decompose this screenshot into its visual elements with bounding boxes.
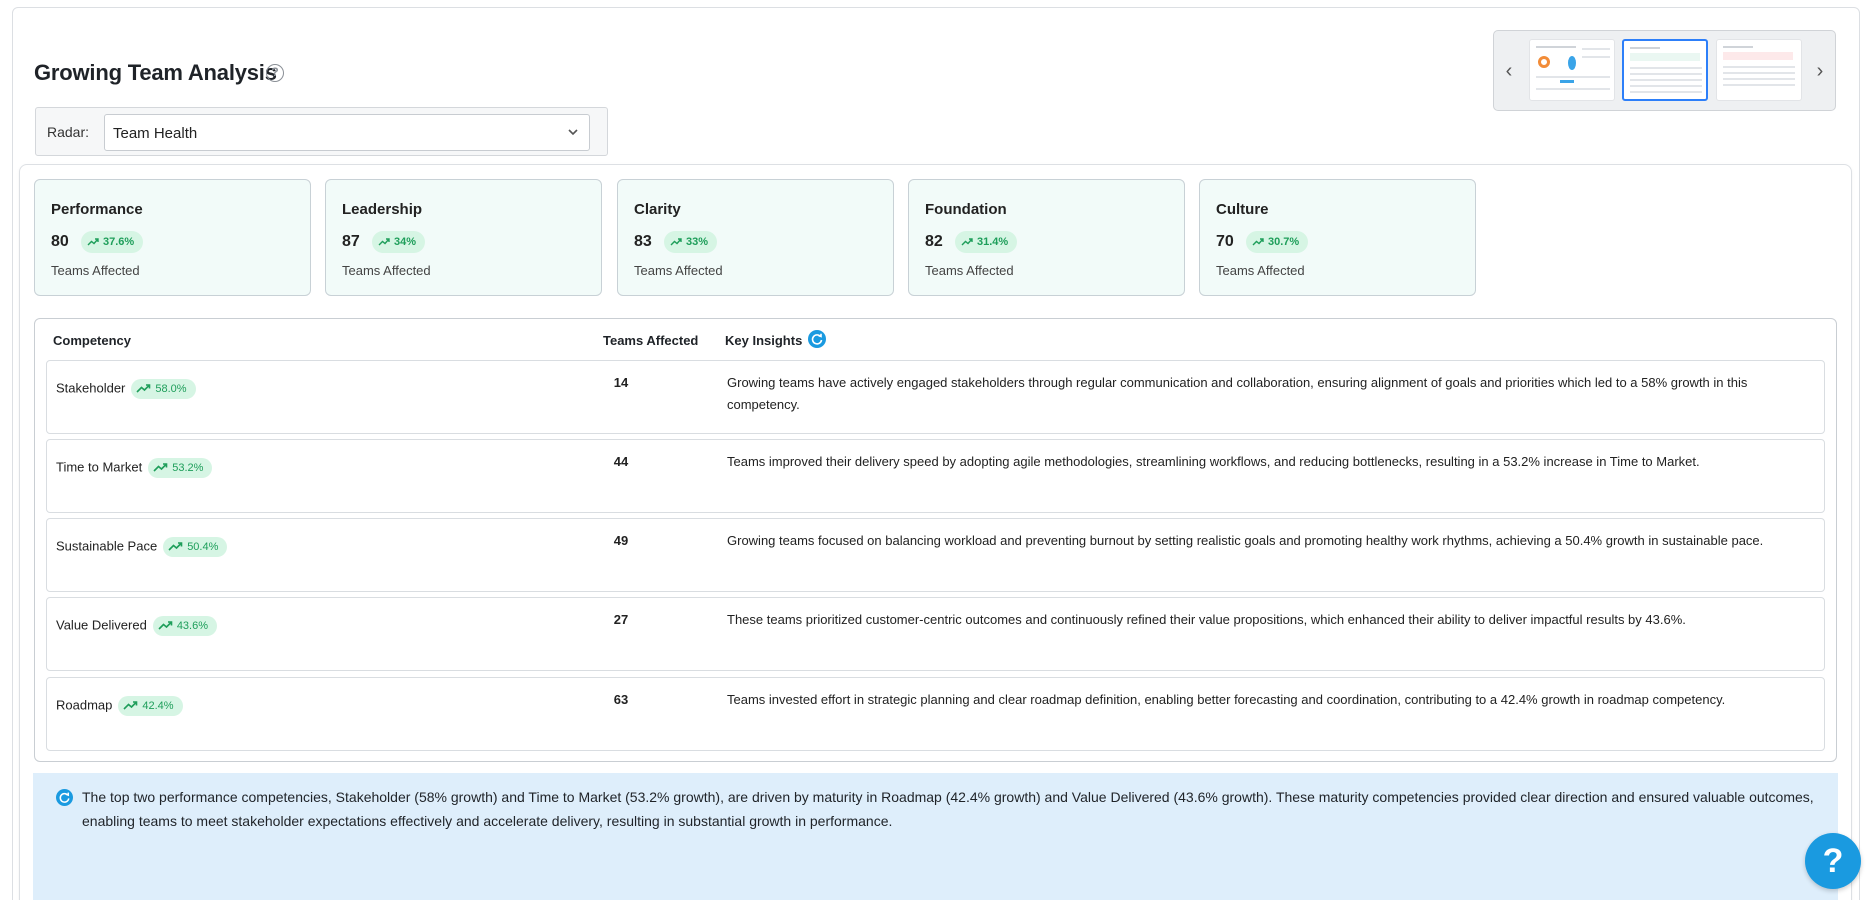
metric-change-badge: 31.4% xyxy=(955,231,1018,253)
table-row: Sustainable Pace 50.4% 49 Growing teams f… xyxy=(46,518,1825,592)
key-insight-text: Growing teams focused on balancing workl… xyxy=(727,533,1764,548)
trending-up-icon xyxy=(123,701,138,710)
table-row: Roadmap 42.4% 63 Teams invested effort in… xyxy=(46,677,1825,751)
trending-up-icon xyxy=(158,621,173,630)
trending-up-icon xyxy=(87,237,99,246)
metric-name: Foundation xyxy=(925,201,1007,218)
competency-name: Value Delivered 43.6% xyxy=(56,616,218,636)
key-insight-text: Growing teams have actively engaged stak… xyxy=(727,375,1748,412)
thumbnail-1[interactable] xyxy=(1529,39,1615,101)
competency-change-badge: 43.6% xyxy=(152,616,218,636)
metric-change-badge: 33% xyxy=(664,231,718,253)
competency-name: Sustainable Pace 50.4% xyxy=(56,537,228,557)
metric-card-culture: Culture 70 30.7% Teams Affected xyxy=(1199,179,1476,296)
metric-card-performance: Performance 80 37.6% Teams Affected xyxy=(34,179,311,296)
metric-subtitle: Teams Affected xyxy=(342,263,431,278)
summary-panel: The top two performance competencies, St… xyxy=(33,773,1838,900)
chevron-right-icon[interactable]: › xyxy=(1813,61,1827,81)
metric-name: Leadership xyxy=(342,201,423,218)
trending-up-icon xyxy=(153,463,168,472)
competency-name: Roadmap 42.4% xyxy=(56,696,183,716)
metric-subtitle: Teams Affected xyxy=(634,263,723,278)
teams-affected-count: 63 xyxy=(613,692,629,707)
competency-name: Stakeholder 58.0% xyxy=(56,379,196,399)
competency-change-badge: 50.4% xyxy=(163,537,228,557)
summary-text: The top two performance competencies, St… xyxy=(82,789,1814,829)
chevron-down-icon xyxy=(568,129,578,136)
teams-affected-count: 27 xyxy=(613,612,629,627)
metric-card-foundation: Foundation 82 31.4% Teams Affected xyxy=(908,179,1185,296)
trending-up-icon xyxy=(961,237,973,246)
metric-subtitle: Teams Affected xyxy=(1216,263,1305,278)
radar-select-value: Team Health xyxy=(113,125,198,142)
metric-card-leadership: Leadership 87 34% Teams Affected xyxy=(325,179,602,296)
key-insight-text: These teams prioritized customer-centric… xyxy=(727,612,1686,627)
metric-name: Culture xyxy=(1216,201,1269,218)
key-insight-text: Teams invested effort in strategic plann… xyxy=(727,692,1726,707)
question-circle-icon[interactable]: ? xyxy=(266,64,284,82)
metric-card-clarity: Clarity 83 33% Teams Affected xyxy=(617,179,894,296)
page-title: Growing Team Analysis xyxy=(34,60,277,85)
teams-affected-count: 49 xyxy=(613,533,629,548)
radar-select[interactable]: Team Health xyxy=(104,114,590,151)
metric-value: 83 xyxy=(634,233,652,250)
refresh-icon[interactable] xyxy=(808,330,826,348)
teams-affected-count: 44 xyxy=(613,454,629,469)
column-header-teams-affected: Teams Affected xyxy=(603,333,699,348)
competency-name: Time to Market 53.2% xyxy=(56,458,213,478)
metric-value: 87 xyxy=(342,233,360,250)
column-header-competency: Competency xyxy=(53,333,132,348)
chevron-left-icon[interactable]: ‹ xyxy=(1502,61,1516,81)
trending-up-icon xyxy=(378,237,390,246)
teams-affected-count: 14 xyxy=(613,375,629,390)
competency-table: Competency Teams Affected Key Insights S… xyxy=(34,318,1837,762)
table-row: Stakeholder 58.0% 14 Growing teams have a… xyxy=(46,360,1825,434)
competency-change-badge: 42.4% xyxy=(118,696,183,716)
radar-label: Radar: xyxy=(47,124,90,140)
competency-change-badge: 58.0% xyxy=(131,379,196,399)
trending-up-icon xyxy=(670,237,682,246)
metric-change-badge: 37.6% xyxy=(81,231,144,253)
competency-change-badge: 53.2% xyxy=(148,458,213,478)
key-insight-text: Teams improved their delivery speed by a… xyxy=(727,454,1700,469)
help-button[interactable]: ? xyxy=(1805,833,1861,889)
table-row: Time to Market 53.2% 44 Teams improved th… xyxy=(46,439,1825,513)
metric-value: 70 xyxy=(1216,233,1234,250)
thumbnail-carousel: ‹ › xyxy=(1493,30,1836,111)
column-header-key-insights: Key Insights xyxy=(725,333,803,348)
thumbnail-2[interactable] xyxy=(1622,39,1708,101)
radar-filter: Radar: Team Health xyxy=(35,107,608,156)
table-row: Value Delivered 43.6% 27 These teams prio… xyxy=(46,597,1825,671)
metric-name: Performance xyxy=(51,201,143,218)
trending-up-icon xyxy=(136,384,151,393)
trending-up-icon xyxy=(1252,237,1264,246)
metric-change-badge: 34% xyxy=(372,231,426,253)
trending-up-icon xyxy=(168,542,183,551)
metric-change-badge: 30.7% xyxy=(1246,231,1309,253)
metric-name: Clarity xyxy=(634,201,681,218)
thumbnail-3[interactable] xyxy=(1716,39,1802,101)
metric-subtitle: Teams Affected xyxy=(51,263,140,278)
metric-value: 80 xyxy=(51,233,69,250)
metric-subtitle: Teams Affected xyxy=(925,263,1014,278)
metric-value: 82 xyxy=(925,233,943,250)
refresh-icon xyxy=(56,789,73,806)
